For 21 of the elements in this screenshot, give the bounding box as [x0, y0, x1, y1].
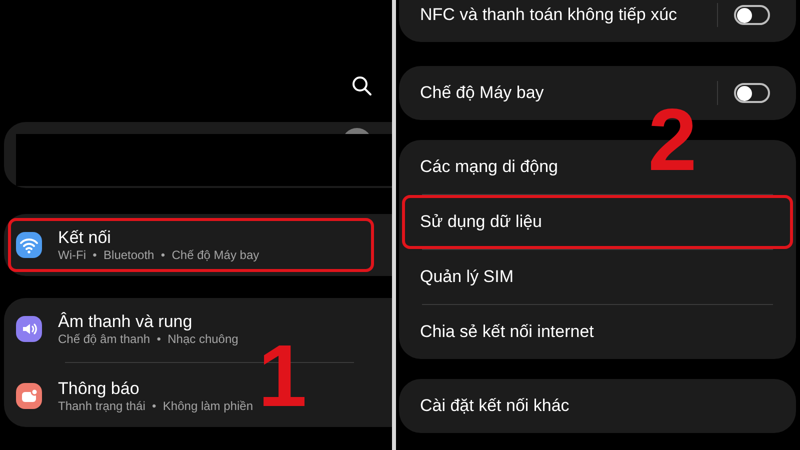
setting-title[interactable]: Chia sẻ kết nối internet: [420, 319, 594, 345]
setting-subtitle: Chế độ âm thanh • Nhạc chuông: [58, 332, 238, 348]
setting-title[interactable]: Kết nối: [58, 226, 260, 248]
setting-title[interactable]: Thông báo: [58, 378, 253, 400]
wifi-icon: [16, 232, 42, 258]
setting-title[interactable]: Các mạng di động: [420, 154, 558, 180]
setting-title[interactable]: Sử dụng dữ liệu: [420, 209, 542, 235]
notification-icon: [16, 383, 42, 409]
setting-title[interactable]: NFC và thanh toán không tiếp xúc: [420, 2, 678, 28]
setting-title[interactable]: Chế độ Máy bay: [420, 80, 544, 106]
toggle-switch[interactable]: [734, 83, 770, 103]
toggle-switch[interactable]: [734, 5, 770, 25]
setting-title[interactable]: Quản lý SIM: [420, 264, 514, 290]
search-icon[interactable]: [352, 76, 372, 96]
setting-title[interactable]: Cài đặt kết nối khác: [420, 393, 570, 419]
setting-subtitle: Thanh trạng thái • Không làm phiền: [58, 399, 253, 414]
step-number: 2: [648, 96, 697, 184]
step-number: 1: [258, 332, 307, 420]
speaker-icon: [16, 316, 42, 342]
setting-title[interactable]: Âm thanh và rung: [58, 310, 238, 332]
setting-subtitle: Wi-Fi • Bluetooth • Chế độ Máy bay: [58, 248, 260, 264]
